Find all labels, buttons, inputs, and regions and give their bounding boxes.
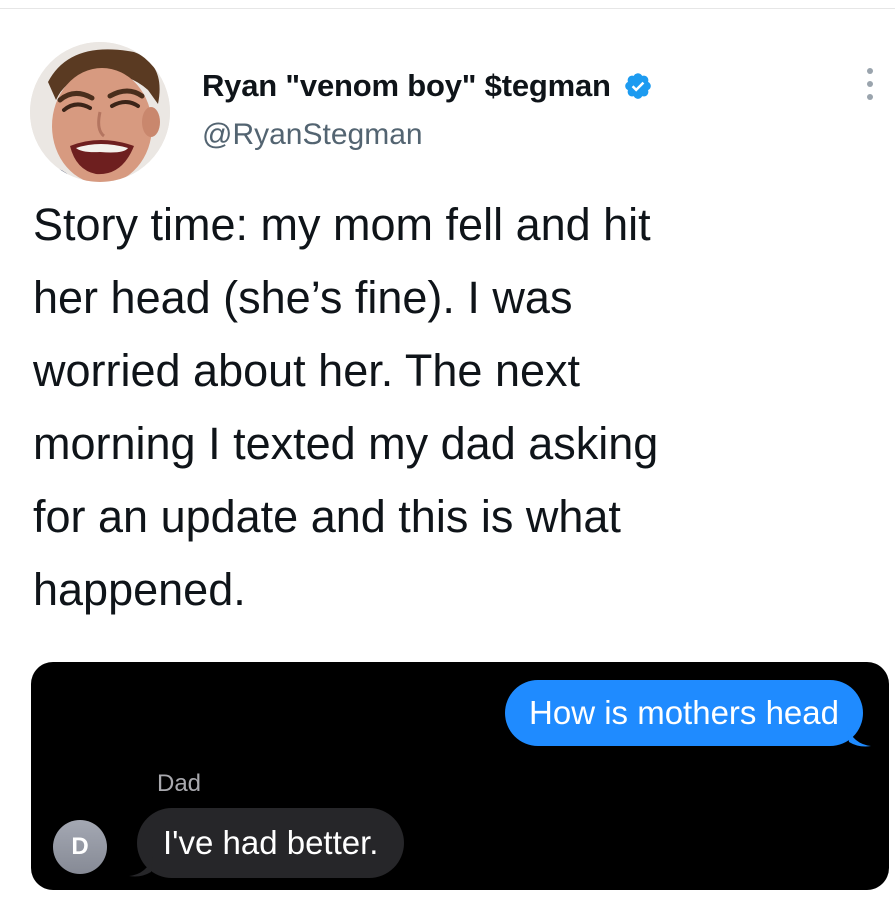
tweet-text-line: morning I texted my dad asking (33, 418, 659, 469)
tweet-media-image[interactable]: How is mothers head Dad D I've had bette… (31, 662, 889, 890)
more-options-icon[interactable] (858, 64, 882, 104)
tweet-text-line: happened. (33, 564, 246, 615)
outgoing-message-bubble: How is mothers head (505, 680, 863, 746)
author-display-name[interactable]: Ryan "venom boy" $tegman (202, 68, 611, 104)
author-name-row: Ryan "venom boy" $tegman (202, 64, 653, 108)
sender-name-label: Dad (157, 770, 202, 797)
incoming-bubble-tail (129, 856, 153, 877)
author-handle[interactable]: @RyanStegman (202, 118, 423, 152)
verified-badge-icon (623, 71, 653, 101)
incoming-message-bubble: I've had better. (137, 808, 405, 878)
tweet-text: Story time: my mom fell and hit her head… (33, 188, 863, 626)
more-dot-icon (867, 94, 873, 100)
tweet-text-line: worried about her. The next (33, 345, 581, 396)
more-dot-icon (867, 81, 873, 87)
author-avatar[interactable] (30, 42, 170, 182)
more-dot-icon (867, 68, 873, 74)
outgoing-bubble-tail (847, 726, 871, 747)
tweet-text-line: for an update and this is what (33, 491, 621, 542)
tweet-text-line: Story time: my mom fell and hit (33, 199, 651, 250)
avatar-photo (30, 42, 170, 182)
tweet: Ryan "venom boy" $tegman @RyanStegman St… (0, 0, 895, 900)
tweet-text-line: her head (she’s fine). I was (33, 272, 573, 323)
contact-avatar: D (53, 820, 107, 874)
